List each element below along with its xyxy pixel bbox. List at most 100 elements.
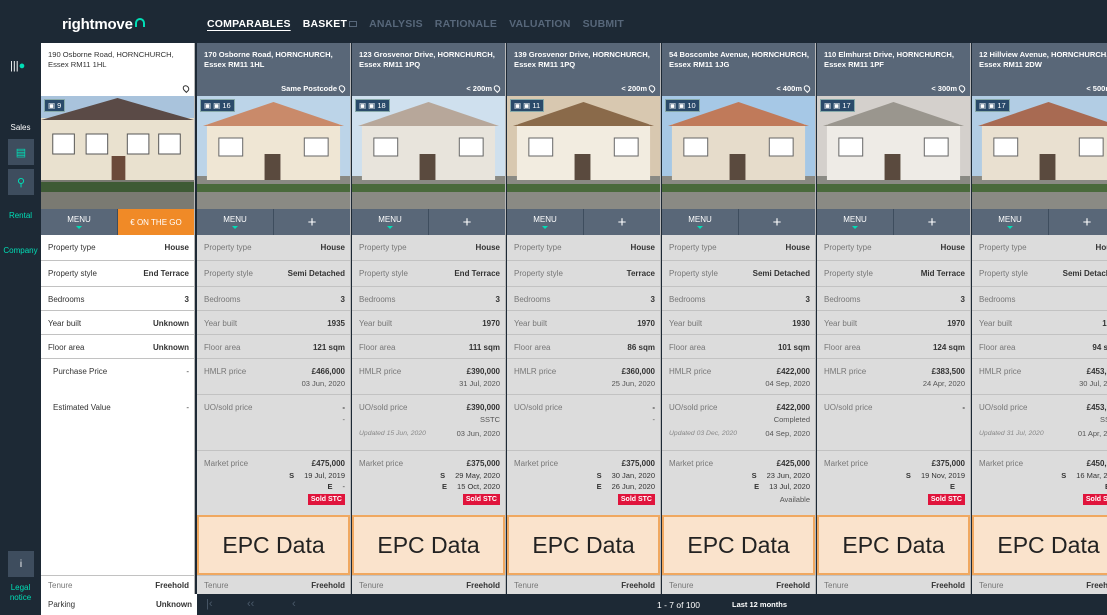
sidebar-label-company[interactable]: Company (0, 246, 41, 255)
row-property-style: Property style End Terrace (41, 261, 194, 287)
add-to-basket-button[interactable]: + (1049, 209, 1107, 235)
updated-note: Updated 31 Jul, 2020 (979, 430, 1044, 437)
row-property-style: Property style Terrace (507, 261, 660, 287)
prev-page-icon[interactable]: ‹ (292, 598, 296, 610)
epc-data-panel[interactable]: EPC Data (972, 515, 1107, 575)
epc-data-panel[interactable]: EPC Data (197, 515, 350, 575)
comparable-photo[interactable] (507, 96, 660, 209)
tab-analysis[interactable]: ANALYSIS (369, 18, 423, 30)
row-property-type: Property typeHouse (352, 235, 505, 261)
sold-stc-badge: Sold STC (1082, 494, 1107, 505)
epc-data-panel[interactable]: EPC Data (817, 515, 970, 575)
first-page-icon[interactable]: |‹ (206, 598, 213, 610)
row-bedrooms: Bedrooms3 (352, 287, 505, 311)
logo[interactable]: rightmove (62, 16, 145, 33)
epc-data-panel[interactable]: EPC Data (507, 515, 660, 575)
add-to-basket-button[interactable]: + (739, 209, 815, 235)
row-year-built: Year built Unknown (41, 311, 194, 335)
comparable-photo[interactable] (352, 96, 505, 209)
row-hmlr-price: HMLR price £453,000 30 Jul, 2020 (972, 359, 1107, 395)
add-to-basket-button[interactable]: + (894, 209, 970, 235)
row-bedrooms: Bedrooms3 (662, 287, 815, 311)
add-to-basket-button[interactable]: + (274, 209, 350, 235)
house-photo (972, 96, 1107, 209)
comparable-address[interactable]: 12 Hillview Avenue, HORNCHURCH, Essex RM… (972, 43, 1107, 96)
main-nav: COMPARABLES BASKET ANALYSIS RATIONALE VA… (207, 18, 636, 30)
page-count: 1 - 7 of 100 (657, 600, 701, 610)
photo-count-badge: ▣ ▣ 17 (820, 99, 855, 112)
chevron-down-icon (1007, 226, 1013, 229)
row-floor-area: Floor area 111 sqm (352, 335, 505, 359)
tab-rationale[interactable]: RATIONALE (435, 18, 497, 30)
comparable-column: 54 Boscombe Avenue, HORNCHURCH, Essex RM… (662, 43, 816, 594)
menu-button[interactable]: MENU (972, 209, 1049, 235)
row-year-built: Year built 1935 (197, 311, 350, 335)
legal-notice-link[interactable]: Legal notice (0, 583, 41, 603)
app-root: rightmove COMPARABLES BASKET ANALYSIS RA… (0, 0, 1107, 615)
pin-icon (957, 83, 967, 93)
updated-note: Updated 15 Jun, 2020 (359, 430, 426, 437)
comparable-photo[interactable] (972, 96, 1107, 209)
comparable-photo[interactable] (197, 96, 350, 209)
chevron-down-icon (852, 226, 858, 229)
tab-basket[interactable]: BASKET (303, 18, 358, 30)
comparable-address[interactable]: 123 Grosvenor Drive, HORNCHURCH, Essex R… (352, 43, 505, 96)
tab-submit[interactable]: SUBMIT (583, 18, 624, 30)
row-tenure: TenureFreehold (197, 575, 350, 594)
comparable-menu-bar: MENU + (817, 209, 970, 235)
tab-comparables[interactable]: COMPARABLES (207, 18, 291, 30)
search-icon[interactable]: ⚲ (8, 169, 34, 195)
epc-data-panel[interactable]: EPC Data (352, 515, 505, 575)
distance-label: < 500m (1086, 83, 1107, 93)
comparable-address[interactable]: 139 Grosvenor Drive, HORNCHURCH, Essex R… (507, 43, 660, 96)
row-market-price: Market price £375,000 S 19 Nov, 2019 E So… (824, 459, 965, 505)
row-parking: Parking Unknown (41, 594, 197, 615)
row-uo-sold-price: UO/sold price - - (197, 395, 350, 451)
sidebar-label-rental[interactable]: Rental (0, 211, 41, 220)
comparable-column: 110 Elmhurst Drive, HORNCHURCH, Essex RM… (817, 43, 971, 594)
subject-address: 190 Osborne Road, HORNCHURCH, Essex RM11… (41, 43, 194, 96)
comparable-photo[interactable] (817, 96, 970, 209)
chart-icon[interactable]: ▤ (8, 139, 34, 165)
subject-property-column: 190 Osborne Road, HORNCHURCH, Essex RM11… (41, 43, 195, 594)
menu-button[interactable]: MENU (507, 209, 584, 235)
columns-pin-icon[interactable]: |||● (10, 60, 25, 72)
menu-button[interactable]: MENU (662, 209, 739, 235)
availability-status: Available (779, 495, 810, 504)
period-filter[interactable]: Last 12 months (732, 600, 787, 609)
comparable-photo[interactable] (662, 96, 815, 209)
subject-photo[interactable] (41, 96, 194, 209)
row-floor-area: Floor area94 sqm (972, 335, 1107, 359)
comparable-address[interactable]: 54 Boscombe Avenue, HORNCHURCH, Essex RM… (662, 43, 815, 96)
house-photo (662, 96, 815, 209)
add-to-basket-button[interactable]: + (429, 209, 505, 235)
menu-button[interactable]: MENU (817, 209, 894, 235)
info-icon[interactable]: i (8, 551, 34, 577)
menu-button[interactable]: MENU (41, 209, 118, 235)
row-property-style: Property style End Terrace (352, 261, 505, 287)
chevron-down-icon (387, 226, 393, 229)
row-year-built: Year built 1970 (817, 311, 970, 335)
pin-icon (647, 83, 657, 93)
row-year-built: Year built1930 (972, 311, 1107, 335)
comparable-address[interactable]: 170 Osborne Road, HORNCHURCH, Essex RM11… (197, 43, 350, 96)
menu-button[interactable]: MENU (197, 209, 274, 235)
distance-label: < 200m (466, 83, 502, 94)
tab-valuation[interactable]: VALUATION (509, 18, 571, 30)
comparable-column: 139 Grosvenor Drive, HORNCHURCH, Essex R… (507, 43, 661, 594)
photo-count-badge: ▣ ▣ 17 (975, 99, 1010, 112)
distance-label: < 200m (621, 83, 657, 94)
row-tenure: TenureFreehold (352, 575, 505, 594)
menu-button[interactable]: MENU (352, 209, 429, 235)
prev-fast-icon[interactable]: ‹‹ (247, 598, 254, 610)
comparable-address[interactable]: 110 Elmhurst Drive, HORNCHURCH, Essex RM… (817, 43, 970, 96)
pin-icon (337, 83, 347, 93)
subject-menu-bar: MENU € ON THE GO (41, 209, 194, 235)
pin-icon (492, 83, 502, 93)
add-to-basket-button[interactable]: + (584, 209, 660, 235)
epc-data-panel[interactable]: EPC Data (662, 515, 815, 575)
top-bar: rightmove COMPARABLES BASKET ANALYSIS RA… (0, 0, 1107, 43)
row-property-type: Property typeHouse (507, 235, 660, 261)
on-the-go-button[interactable]: € ON THE GO (118, 209, 194, 235)
sidebar: |||● Sales ▤ ⚲ Rental Company i Legal not… (0, 43, 41, 615)
